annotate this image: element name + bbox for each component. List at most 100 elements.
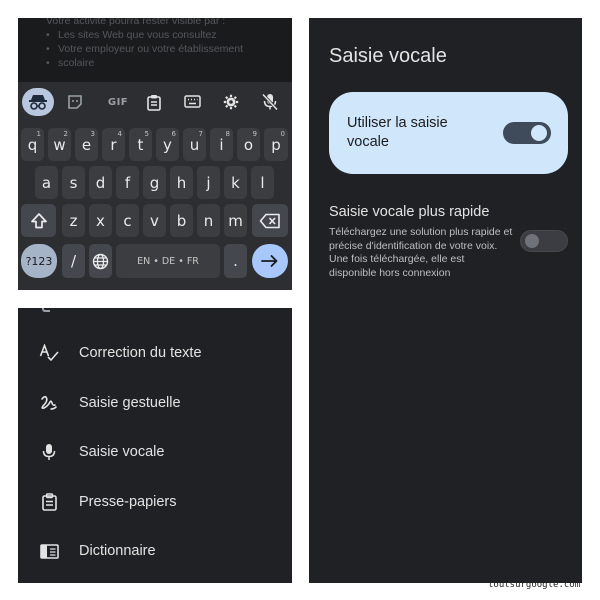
use-voice-input-switch[interactable] xyxy=(503,122,551,144)
text-correction-icon xyxy=(38,342,60,364)
period-key[interactable]: . xyxy=(224,244,247,278)
backspace-key[interactable] xyxy=(252,204,288,237)
settings-item-text-correction[interactable]: Correction du texte xyxy=(18,333,292,373)
key-label: t xyxy=(137,135,144,154)
key-label: z xyxy=(69,211,78,230)
use-voice-input-card[interactable]: Utiliser la saisie vocale xyxy=(329,92,568,174)
key-n[interactable]: n xyxy=(197,204,220,237)
key-z[interactable]: z xyxy=(62,204,85,237)
symbols-key[interactable]: ?123 xyxy=(21,244,57,278)
mic-icon xyxy=(38,441,60,463)
key-label: e xyxy=(81,135,92,154)
watermark: toutsurgoogle.com xyxy=(488,580,581,590)
key-x[interactable]: x xyxy=(89,204,112,237)
key-secondary: 3 xyxy=(90,130,95,138)
settings-item-gesture-typing[interactable]: Saisie gestuelle xyxy=(18,383,292,423)
shift-key[interactable] xyxy=(21,204,56,237)
arrow-right-icon xyxy=(261,255,278,267)
key-label: h xyxy=(176,173,187,192)
key-q[interactable]: q1 xyxy=(21,128,44,161)
key-f[interactable]: f xyxy=(116,166,139,199)
key-l[interactable]: l xyxy=(251,166,274,199)
settings-item-dictionary[interactable]: Dictionnaire xyxy=(18,531,292,571)
key-label: p xyxy=(271,135,281,154)
key-label: a xyxy=(41,173,52,192)
settings-item-voice-input[interactable]: Saisie vocale xyxy=(18,432,292,472)
gear-icon[interactable] xyxy=(217,88,245,116)
key-secondary: 4 xyxy=(117,130,122,138)
switch-knob xyxy=(531,125,547,141)
key-m[interactable]: m xyxy=(224,204,247,237)
gif-label: GIF xyxy=(107,96,129,108)
keyboard-icon[interactable] xyxy=(178,88,206,116)
incognito-icon[interactable] xyxy=(22,88,54,116)
slash-key[interactable]: / xyxy=(62,244,85,278)
key-label: c xyxy=(123,211,132,230)
gif-icon[interactable]: GIF xyxy=(104,88,132,116)
key-p[interactable]: p0 xyxy=(264,128,288,161)
key-label: b xyxy=(176,211,187,230)
gesture-typing-icon xyxy=(38,392,60,414)
key-c[interactable]: c xyxy=(116,204,139,237)
key-u[interactable]: u7 xyxy=(183,128,206,161)
keyboard-toolbar: GIF xyxy=(18,82,292,122)
settings-item-clipboard[interactable]: Presse-papiers xyxy=(18,482,292,522)
key-i[interactable]: i8 xyxy=(210,128,233,161)
key-v[interactable]: v xyxy=(143,204,166,237)
key-k[interactable]: k xyxy=(224,166,247,199)
space-bar[interactable]: EN • DE • FR xyxy=(116,244,220,278)
language-key[interactable] xyxy=(89,244,112,278)
background-bullet-list: Les sites Web que vous consultez Votre e… xyxy=(46,28,243,70)
key-label: k xyxy=(231,173,240,192)
settings-item-label: Correction du texte xyxy=(79,345,202,361)
partial-icon xyxy=(42,308,50,312)
key-secondary: 0 xyxy=(280,130,285,138)
mic-off-icon[interactable] xyxy=(256,88,284,116)
key-label: o xyxy=(243,135,254,154)
symbols-label: ?123 xyxy=(25,254,53,268)
key-w[interactable]: w2 xyxy=(48,128,71,161)
background-text-line: Votre activité pourra rester visible par… xyxy=(46,18,226,27)
keyboard-settings-list: Correction du texte Saisie gestuelle Sai… xyxy=(18,308,292,583)
keyboard-panel: Votre activité pourra rester visible par… xyxy=(18,18,292,290)
fast-voice-switch[interactable] xyxy=(520,230,568,252)
key-s[interactable]: s xyxy=(62,166,85,199)
enter-key[interactable] xyxy=(252,244,288,278)
key-t[interactable]: t5 xyxy=(129,128,152,161)
key-grid: q1 w2 e3 r4 t5 y6 u7 i8 o9 p0 a s d f g … xyxy=(18,122,292,290)
background-page-text: Votre activité pourra rester visible par… xyxy=(18,18,292,82)
key-label: m xyxy=(228,211,243,230)
key-label: x xyxy=(96,211,105,230)
key-y[interactable]: y6 xyxy=(156,128,179,161)
key-j[interactable]: j xyxy=(197,166,220,199)
dictionary-icon xyxy=(38,540,60,562)
key-h[interactable]: h xyxy=(170,166,193,199)
key-label: g xyxy=(149,173,160,192)
key-a[interactable]: a xyxy=(35,166,58,199)
key-secondary: 2 xyxy=(63,130,68,138)
settings-item-label: Dictionnaire xyxy=(79,543,156,559)
key-e[interactable]: e3 xyxy=(75,128,98,161)
globe-icon xyxy=(92,253,109,269)
page-title: Saisie vocale xyxy=(329,45,447,67)
key-r[interactable]: r4 xyxy=(102,128,125,161)
key-label: y xyxy=(163,135,172,154)
switch-knob xyxy=(525,234,539,248)
key-secondary: 7 xyxy=(198,130,203,138)
key-o[interactable]: o9 xyxy=(237,128,260,161)
key-b[interactable]: b xyxy=(170,204,193,237)
key-label: r xyxy=(110,135,117,154)
key-label: j xyxy=(206,173,211,192)
key-label: w xyxy=(53,135,66,154)
clipboard-icon xyxy=(38,491,60,513)
key-d[interactable]: d xyxy=(89,166,112,199)
key-g[interactable]: g xyxy=(143,166,166,199)
settings-item-label: Saisie vocale xyxy=(79,444,165,460)
backspace-icon xyxy=(259,213,280,228)
key-label: n xyxy=(203,211,214,230)
clipboard-icon[interactable] xyxy=(140,88,168,116)
space-bar-label: EN • DE • FR xyxy=(137,255,199,267)
key-secondary: 9 xyxy=(252,130,257,138)
key-secondary: 8 xyxy=(225,130,230,138)
sticker-icon[interactable] xyxy=(61,88,89,116)
